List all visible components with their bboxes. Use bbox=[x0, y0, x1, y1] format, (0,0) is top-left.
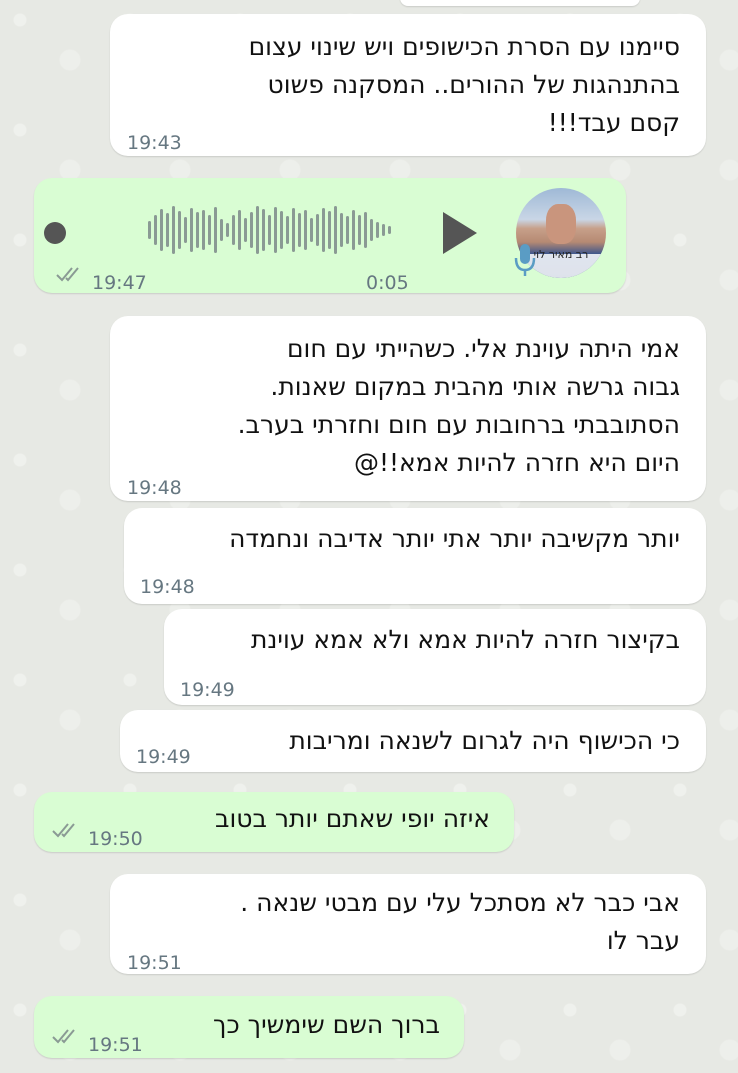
partial-message-top bbox=[400, 0, 640, 6]
message-bubble-incoming[interactable]: אבי כבר לא מסתכל עלי עם מבטי שנאה . עבר … bbox=[110, 874, 706, 974]
voice-duration: 0:05 bbox=[366, 272, 409, 294]
double-check-icon bbox=[52, 1029, 75, 1044]
voice-waveform[interactable] bbox=[74, 206, 394, 260]
message-text-line: גבוה גרשה אותי מהבית במקום שאנות. bbox=[270, 372, 680, 401]
message-time: 19:51 bbox=[127, 952, 182, 974]
message-text-line: אמי היתה עוינת אלי. כשהייתי עם חום bbox=[286, 334, 680, 363]
message-text-line: קסם עבד!!! bbox=[547, 108, 680, 137]
message-text-line: עבר לו bbox=[606, 926, 680, 955]
message-time: 19:50 bbox=[88, 828, 143, 850]
message-text-line: אבי כבר לא מסתכל עלי עם מבטי שנאה . bbox=[240, 888, 680, 917]
message-time: 19:51 bbox=[88, 1034, 143, 1056]
message-bubble-incoming[interactable]: יותר מקשיבה יותר אתי יותר אדיבה ונחמדה 1… bbox=[124, 508, 706, 604]
message-text-line: כי הכישוף היה לגרום לשנאה ומריבות bbox=[289, 726, 680, 755]
message-bubble-incoming[interactable]: כי הכישוף היה לגרום לשנאה ומריבות 19:49 bbox=[120, 710, 706, 772]
voice-message-bubble[interactable]: 0:05 19:47 רב מאיר לוי bbox=[34, 178, 626, 294]
double-check-icon bbox=[52, 823, 75, 838]
message-text-line: יותר מקשיבה יותר אתי יותר אדיבה ונחמדה bbox=[229, 524, 680, 553]
message-time: 19:49 bbox=[136, 746, 191, 768]
message-bubble-incoming[interactable]: סיימנו עם הסרת הכישופים ויש שינוי עצום ב… bbox=[110, 14, 706, 156]
message-bubble-incoming[interactable]: בקיצור חזרה להיות אמא ולא אמא עוינת 19:4… bbox=[164, 609, 706, 705]
voice-progress-dot[interactable] bbox=[44, 222, 66, 244]
message-text-line: הסתובבתי ברחובות עם חום וחזרתי בערב. bbox=[237, 410, 680, 439]
message-bubble-outgoing[interactable]: איזה יופי שאתם יותר בטוב 19:50 bbox=[34, 792, 514, 852]
message-time: 19:48 bbox=[140, 576, 195, 598]
message-bubble-outgoing[interactable]: ברוך השם שימשיך כך 19:51 bbox=[34, 996, 464, 1058]
message-text-line: בקיצור חזרה להיות אמא ולא אמא עוינת bbox=[250, 625, 680, 654]
message-bubble-incoming[interactable]: אמי היתה עוינת אלי. כשהייתי עם חום גבוה … bbox=[110, 316, 706, 501]
message-text-line: בהתנהגות של ההורים.. המסקנה פשוט bbox=[267, 70, 680, 99]
message-time: 19:43 bbox=[127, 132, 182, 154]
message-time: 19:49 bbox=[180, 679, 235, 701]
play-icon[interactable] bbox=[439, 210, 479, 256]
message-text-line: היום היא חזרה להיות אמא!!@ bbox=[353, 448, 680, 477]
message-time: 19:48 bbox=[127, 477, 182, 499]
message-text-line: סיימנו עם הסרת הכישופים ויש שינוי עצום bbox=[248, 32, 680, 61]
microphone-icon bbox=[514, 244, 536, 276]
message-time: 19:47 bbox=[92, 272, 147, 294]
double-check-icon bbox=[56, 267, 79, 282]
